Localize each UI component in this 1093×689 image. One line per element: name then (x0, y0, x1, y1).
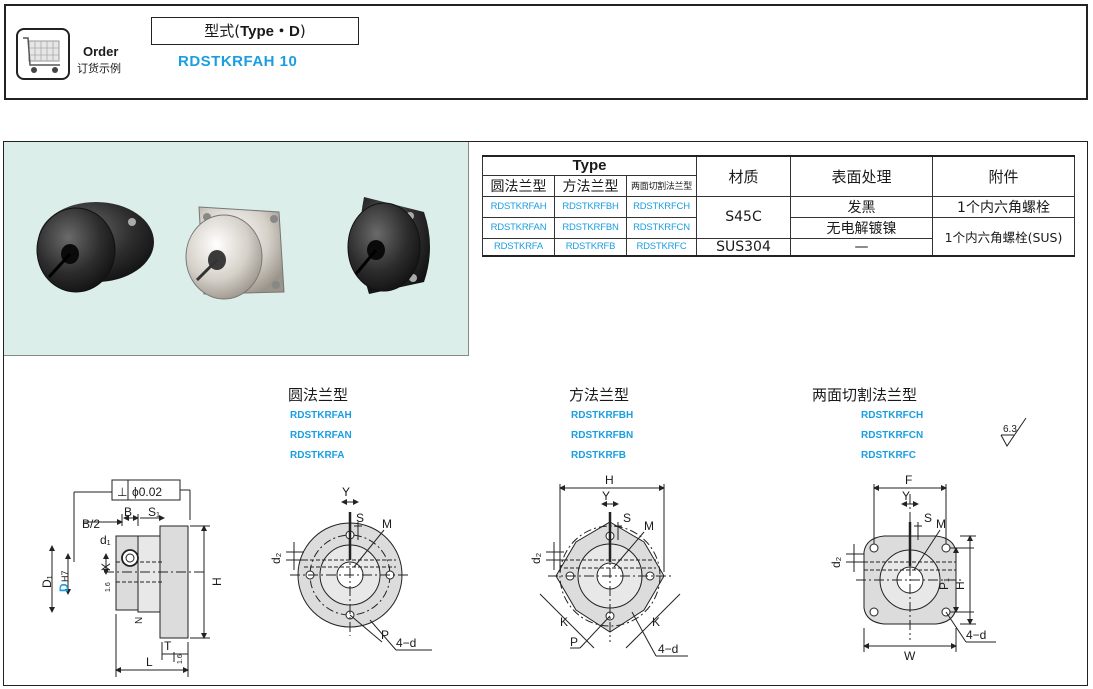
dim-b-half: B/2 (82, 517, 100, 531)
dim-D1: D₁ (40, 575, 54, 588)
dim-M: M (382, 517, 392, 531)
square-flange-drawing (539, 484, 688, 657)
dim-H: H (953, 581, 967, 590)
dim-Y: Y (602, 489, 610, 503)
dim-4-d: 4−d (396, 636, 416, 650)
dim-F: F (905, 473, 912, 487)
dim-H7: H7 (60, 570, 70, 582)
dim-N: N (134, 617, 145, 624)
roughness-value: 6.3 (1003, 424, 1017, 435)
dim-d1: d₁ (100, 533, 111, 547)
dim-K: K (652, 615, 660, 629)
perp-symbol: ⊥ (117, 485, 127, 499)
order-label: Order (83, 44, 119, 59)
dim-P: P (381, 628, 389, 642)
dim-S: S (623, 511, 631, 525)
dim-S: S (356, 511, 364, 525)
order-example-box: Order 订货示例 型式(Type・D) RDSTKRFAH 10 (4, 4, 1088, 100)
dim-d2: d₂ (529, 552, 543, 564)
round-code: RDSTKRFAN (290, 430, 352, 441)
surface-roughness-symbol: 6.3 (1000, 417, 1027, 447)
dim-X: X (99, 563, 113, 571)
dim-Y: Y (902, 489, 910, 503)
order-example-code: RDSTKRFAH 10 (178, 53, 298, 70)
dim-Y: Y (342, 485, 350, 499)
square-flange-title: 方法兰型 (569, 386, 629, 404)
dim-T: T (164, 639, 172, 653)
dim-M: M (936, 517, 946, 531)
two-cut-code: RDSTKRFC (861, 450, 916, 461)
dim-S: S (924, 511, 932, 525)
dim-M: M (644, 519, 654, 533)
square-code: RDSTKRFBN (571, 430, 633, 441)
tolerance-value: ϕ0.02 (132, 485, 162, 499)
type-suffix: ) (299, 22, 306, 40)
cart-icon (16, 28, 70, 80)
two-cut-flange-title: 两面切割法兰型 (812, 386, 917, 404)
dim-H: H (210, 577, 224, 586)
dim-P1: P₁ (937, 578, 951, 590)
round-flange-title: 圆法兰型 (288, 386, 348, 404)
square-code: RDSTKRFB (571, 450, 626, 461)
type-prefix: 型式( (204, 22, 241, 40)
square-code: RDSTKRFBH (571, 410, 633, 421)
product-spec-frame: Type 材质 表面处理 附件 圆法兰型 方法兰型 两面切割法兰型 RDSTKR… (3, 141, 1088, 686)
dim-H: H (605, 473, 614, 487)
dim-4-d: 4−d (658, 642, 678, 656)
order-label-cn: 订货示例 (77, 62, 121, 75)
roughness-1-6: 1.6 (177, 654, 184, 664)
round-code: RDSTKRFA (290, 450, 344, 461)
dim-d2: d₂ (829, 556, 843, 568)
type-box: 型式(Type・D) (151, 17, 359, 45)
round-code: RDSTKRFAH (290, 410, 352, 421)
type-code: Type・D (240, 23, 300, 40)
roughness-1-6: 1.6 (105, 582, 112, 592)
dim-d2: d₂ (269, 552, 283, 564)
dim-P: P (570, 635, 578, 649)
dim-b: B (124, 505, 132, 519)
dim-K: K (560, 615, 568, 629)
dim-D: D (57, 583, 71, 592)
technical-drawings: 圆法兰型 RDSTKRFAH RDSTKRFAN RDSTKRFA 方法兰型 R… (40, 386, 1027, 677)
dim-L: L (146, 655, 153, 669)
two-cut-code: RDSTKRFCH (861, 410, 923, 421)
dim-4-d: 4−d (966, 628, 986, 642)
dim-W: W (904, 649, 916, 663)
two-cut-flange-drawing (846, 484, 996, 652)
two-cut-code: RDSTKRFCN (861, 430, 923, 441)
dim-s1: S₁ (148, 505, 160, 519)
